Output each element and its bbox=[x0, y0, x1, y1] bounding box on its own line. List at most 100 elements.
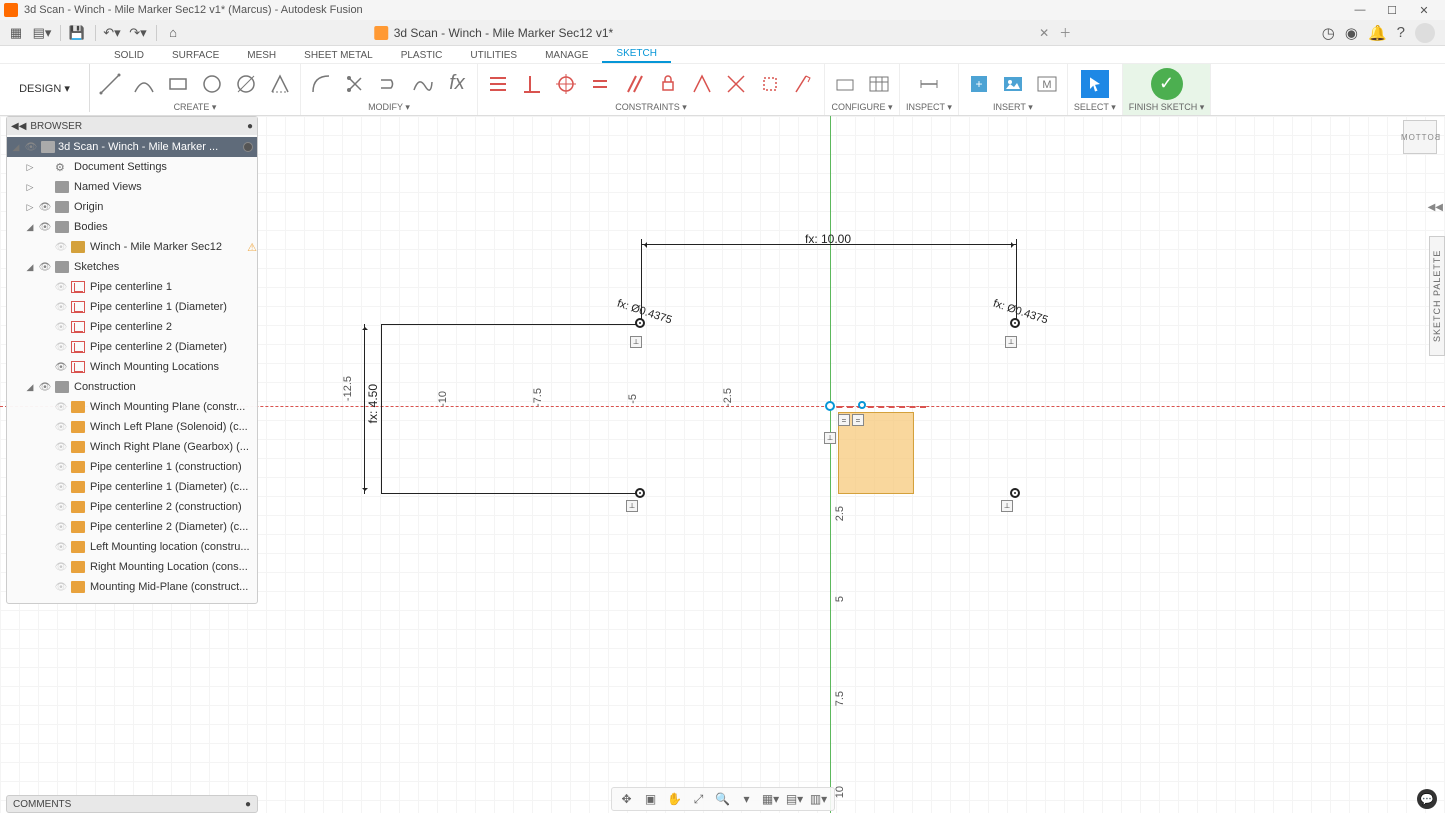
offset-tool[interactable] bbox=[409, 70, 437, 98]
tree-root[interactable]: ◢👁 3d Scan - Winch - Mile Marker ... bbox=[7, 137, 257, 157]
coincident-constraint[interactable] bbox=[552, 70, 580, 98]
tree-item[interactable]: ◢👁Construction bbox=[7, 377, 257, 397]
dim-left-label[interactable]: fx: 4.50 bbox=[366, 384, 380, 423]
multiple-views-button[interactable]: ▥▾ bbox=[810, 790, 828, 808]
horizontal-constraint[interactable] bbox=[484, 70, 512, 98]
tree-item[interactable]: 👁Right Mounting Location (cons... bbox=[7, 557, 257, 577]
tree-item[interactable]: 👁Pipe centerline 2 (Diameter) (c... bbox=[7, 517, 257, 537]
tree-item[interactable]: 👁Winch Left Plane (Solenoid) (c... bbox=[7, 417, 257, 437]
geom-bot-line[interactable] bbox=[381, 493, 641, 494]
select-label[interactable]: SELECT ▾ bbox=[1074, 101, 1116, 113]
insert-image-tool[interactable] bbox=[999, 70, 1027, 98]
feedback-button[interactable]: 💬 bbox=[1417, 789, 1437, 809]
tree-item[interactable]: ▷⚙Document Settings bbox=[7, 157, 257, 177]
constraint-glyph[interactable]: ⟂ bbox=[630, 336, 642, 348]
tree-item[interactable]: 👁Pipe centerline 1 (construction) bbox=[7, 457, 257, 477]
trim-tool[interactable] bbox=[341, 70, 369, 98]
tree-item[interactable]: ▷Named Views bbox=[7, 177, 257, 197]
browser-header[interactable]: ◀◀ BROWSER ● bbox=[7, 117, 257, 135]
tree-item[interactable]: 👁Mounting Mid-Plane (construct... bbox=[7, 577, 257, 597]
sketch-palette-tab[interactable]: SKETCH PALETTE bbox=[1429, 236, 1445, 356]
zoom-button[interactable]: ⤢ bbox=[690, 790, 708, 808]
tree-item[interactable]: 👁Winch - Mile Marker Sec12⚠ bbox=[7, 237, 257, 257]
file-menu-button[interactable]: ▤▾ bbox=[30, 23, 54, 43]
browser-collapse-icon[interactable]: ◀◀ bbox=[11, 121, 26, 132]
display-settings-button[interactable]: ▾ bbox=[738, 790, 756, 808]
ellipse-tool[interactable] bbox=[232, 70, 260, 98]
home-button[interactable]: ⌂ bbox=[161, 23, 185, 43]
tab-surface[interactable]: SURFACE bbox=[158, 48, 233, 63]
save-button[interactable]: 💾 bbox=[65, 23, 89, 43]
constraint-glyph[interactable]: = bbox=[852, 414, 864, 426]
insert-mcmaster-tool[interactable]: M bbox=[1033, 70, 1061, 98]
tab-manage[interactable]: MANAGE bbox=[531, 48, 602, 63]
configure-tool-1[interactable] bbox=[831, 70, 859, 98]
profile-avatar[interactable] bbox=[1415, 23, 1435, 43]
tree-item[interactable]: 👁Pipe centerline 2 bbox=[7, 317, 257, 337]
view-cube[interactable]: BOTTOM bbox=[1403, 120, 1437, 154]
extensions-button[interactable]: ◷ bbox=[1322, 24, 1335, 42]
tree-item[interactable]: 👁Pipe centerline 2 (construction) bbox=[7, 497, 257, 517]
tree-item[interactable]: ▷👁Origin bbox=[7, 197, 257, 217]
tab-plastic[interactable]: PLASTIC bbox=[387, 48, 457, 63]
hole-bot-right[interactable] bbox=[1010, 488, 1020, 498]
polygon-tool[interactable] bbox=[266, 70, 294, 98]
viewport-button[interactable]: ▤▾ bbox=[786, 790, 804, 808]
hole-bot-left[interactable] bbox=[635, 488, 645, 498]
modify-label[interactable]: MODIFY ▾ bbox=[368, 101, 410, 113]
notifications-button[interactable]: 🔔 bbox=[1368, 24, 1387, 42]
look-at-button[interactable]: ▣ bbox=[642, 790, 660, 808]
tree-item[interactable]: 👁Pipe centerline 1 (Diameter) bbox=[7, 297, 257, 317]
tree-item[interactable]: 👁Pipe centerline 2 (Diameter) bbox=[7, 337, 257, 357]
close-button[interactable]: ✕ bbox=[1415, 4, 1433, 17]
constraint-glyph[interactable]: ⟂ bbox=[626, 500, 638, 512]
arc-tool[interactable] bbox=[130, 70, 158, 98]
fix-constraint[interactable] bbox=[654, 70, 682, 98]
constraint-glyph[interactable]: = bbox=[838, 414, 850, 426]
browser-options-button[interactable]: ● bbox=[247, 121, 253, 132]
tab-mesh[interactable]: MESH bbox=[233, 48, 290, 63]
help-button[interactable]: ? bbox=[1397, 24, 1405, 41]
palette-collapse-button[interactable]: ◀◀ bbox=[1428, 202, 1443, 213]
line-tool[interactable] bbox=[96, 70, 124, 98]
grid-settings-button[interactable]: ▦▾ bbox=[762, 790, 780, 808]
parallel-constraint[interactable] bbox=[620, 70, 648, 98]
orbit-button[interactable]: ✥ bbox=[618, 790, 636, 808]
comments-options-button[interactable]: ● bbox=[245, 799, 251, 810]
tree-item[interactable]: ◢👁Bodies bbox=[7, 217, 257, 237]
sel-point[interactable] bbox=[858, 401, 866, 409]
vertical-constraint[interactable] bbox=[518, 70, 546, 98]
new-tab-button[interactable]: ＋ bbox=[1059, 24, 1071, 41]
tab-sketch[interactable]: SKETCH bbox=[602, 46, 671, 63]
workspace-switcher[interactable]: DESIGN ▾ bbox=[0, 64, 90, 112]
inspect-label[interactable]: INSPECT ▾ bbox=[906, 101, 952, 113]
tab-solid[interactable]: SOLID bbox=[100, 48, 158, 63]
job-status-button[interactable]: ◉ bbox=[1345, 24, 1358, 42]
tree-item[interactable]: 👁Winch Right Plane (Gearbox) (... bbox=[7, 437, 257, 457]
tree-item[interactable]: ◢👁Sketches bbox=[7, 257, 257, 277]
finish-sketch-button[interactable]: ✓ bbox=[1151, 68, 1183, 100]
measure-tool[interactable] bbox=[915, 70, 943, 98]
tree-item[interactable]: 👁Pipe centerline 1 bbox=[7, 277, 257, 297]
document-tab[interactable]: 3d Scan - Winch - Mile Marker Sec12 v1* … bbox=[374, 24, 1072, 41]
maximize-button[interactable]: ☐ bbox=[1383, 4, 1401, 17]
symmetry-constraint[interactable] bbox=[756, 70, 784, 98]
equal-constraint[interactable] bbox=[586, 70, 614, 98]
tree-item[interactable]: 👁Winch Mounting Locations bbox=[7, 357, 257, 377]
create-label[interactable]: CREATE ▾ bbox=[174, 101, 217, 113]
select-tool[interactable] bbox=[1081, 70, 1109, 98]
circle-tool[interactable] bbox=[198, 70, 226, 98]
finish-label[interactable]: FINISH SKETCH ▾ bbox=[1129, 101, 1205, 113]
fillet-tool[interactable] bbox=[307, 70, 335, 98]
dim-left[interactable] bbox=[364, 324, 365, 494]
insert-derive-tool[interactable]: + bbox=[965, 70, 993, 98]
geom-top-line[interactable] bbox=[381, 324, 641, 325]
constraints-label[interactable]: CONSTRAINTS ▾ bbox=[615, 101, 687, 113]
tab-sheet-metal[interactable]: SHEET METAL bbox=[290, 48, 387, 63]
origin-point[interactable] bbox=[825, 401, 835, 411]
dim-top-label[interactable]: fx: 10.00 bbox=[805, 232, 851, 246]
data-panel-button[interactable]: ▦ bbox=[4, 23, 28, 43]
tree-item[interactable]: 👁Left Mounting location (constru... bbox=[7, 537, 257, 557]
constraint-glyph[interactable]: ⟂ bbox=[1005, 336, 1017, 348]
fit-button[interactable]: 🔍 bbox=[714, 790, 732, 808]
